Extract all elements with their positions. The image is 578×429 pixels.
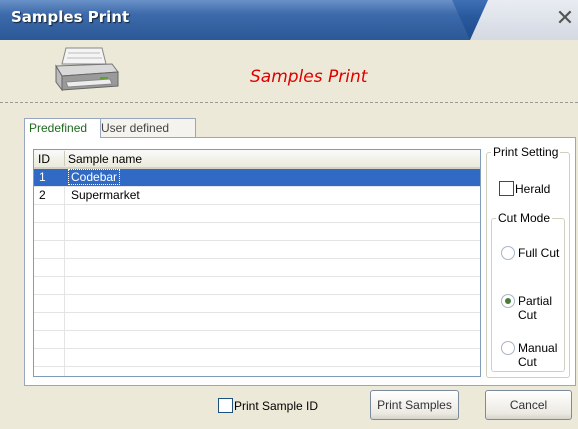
empty-row	[34, 241, 480, 259]
samples-list[interactable]: ID Sample name 1 Codebar 2 Supermarket	[33, 149, 481, 377]
full-cut-radio[interactable]	[501, 246, 515, 260]
print-sample-id-label[interactable]: Print Sample ID	[234, 399, 318, 413]
empty-row	[34, 205, 480, 223]
empty-row	[34, 349, 480, 367]
header-title: Samples Print	[250, 67, 368, 87]
row-separator	[64, 241, 65, 258]
row-separator	[64, 313, 65, 330]
title-bar[interactable]: Samples Print ✕	[0, 0, 578, 40]
row-separator	[64, 169, 65, 186]
partial-cut-label[interactable]: Partial Cut	[518, 294, 564, 322]
tab-predefined[interactable]: Predefined	[24, 118, 101, 138]
list-row[interactable]: 1 Codebar	[34, 169, 480, 187]
manual-cut-radio[interactable]	[501, 341, 515, 355]
row-separator	[64, 349, 65, 366]
empty-row	[34, 259, 480, 277]
row-separator	[64, 205, 65, 222]
list-header: ID Sample name	[34, 150, 480, 169]
cancel-button[interactable]: Cancel	[485, 390, 572, 420]
close-icon[interactable]: ✕	[554, 6, 576, 30]
print-sample-id-checkbox[interactable]	[218, 398, 233, 413]
row-id: 1	[39, 170, 46, 184]
dialog-header: Samples Print	[0, 40, 578, 103]
empty-row	[34, 367, 480, 376]
row-separator	[64, 367, 65, 376]
row-name: Codebar	[67, 169, 121, 185]
row-separator	[64, 259, 65, 276]
empty-row	[34, 313, 480, 331]
empty-row	[34, 295, 480, 313]
row-name: Supermarket	[71, 188, 140, 202]
row-id: 2	[39, 188, 46, 202]
list-row[interactable]: 2 Supermarket	[34, 187, 480, 205]
manual-cut-label[interactable]: Manual Cut	[518, 341, 564, 369]
cut-mode-group: Cut Mode Full Cut Partial Cut Manual Cut	[491, 211, 565, 372]
partial-cut-radio[interactable]	[501, 294, 515, 308]
herald-checkbox[interactable]	[499, 181, 514, 196]
print-setting-label: Print Setting	[491, 145, 561, 159]
printer-icon	[55, 47, 119, 92]
row-separator	[64, 277, 65, 294]
tab-user-defined[interactable]: User defined	[96, 118, 196, 137]
empty-row	[34, 331, 480, 349]
row-separator	[64, 187, 65, 204]
empty-row	[34, 223, 480, 241]
row-separator	[64, 295, 65, 312]
samples-print-window: Samples Print ✕ Samples Print Predefined…	[0, 0, 578, 429]
herald-label[interactable]: Herald	[515, 182, 550, 196]
column-header-id[interactable]: ID	[38, 152, 50, 166]
column-separator[interactable]	[64, 151, 65, 166]
window-title: Samples Print	[11, 8, 130, 26]
row-separator	[64, 223, 65, 240]
row-separator	[64, 331, 65, 348]
full-cut-label[interactable]: Full Cut	[518, 246, 559, 260]
empty-row	[34, 277, 480, 295]
list-rows: 1 Codebar 2 Supermarket	[34, 169, 480, 376]
tab-panel: ID Sample name 1 Codebar 2 Supermarket P…	[24, 137, 576, 386]
print-samples-button[interactable]: Print Samples	[370, 390, 459, 420]
column-header-sample-name[interactable]: Sample name	[68, 152, 142, 166]
cut-mode-label: Cut Mode	[496, 211, 553, 225]
